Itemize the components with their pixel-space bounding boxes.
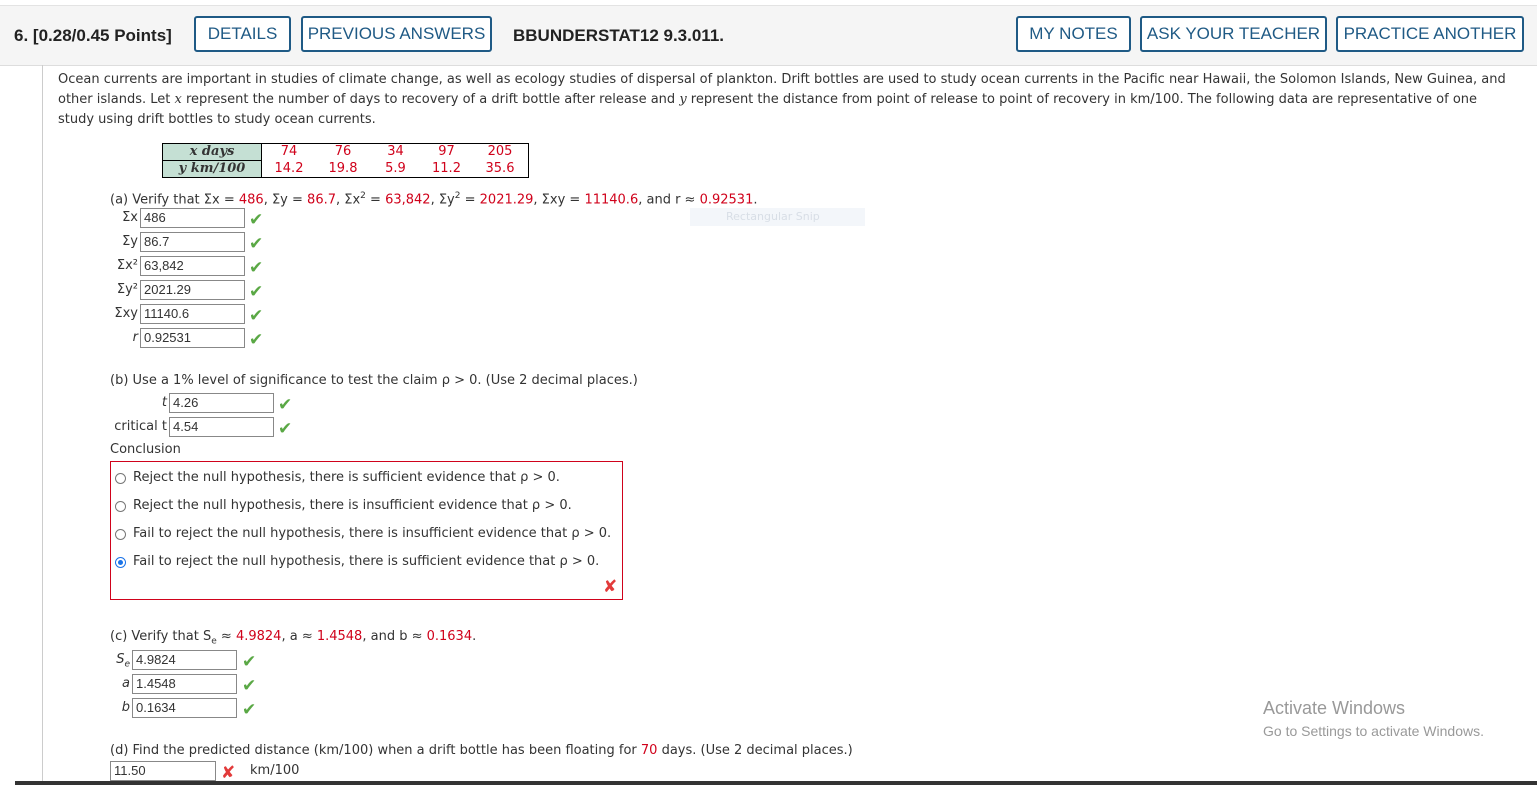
my-notes-button[interactable]: MY NOTES xyxy=(1016,16,1131,52)
sum-y2-input[interactable]: 2021.29 xyxy=(140,280,245,300)
ask-your-teacher-button[interactable]: ASK YOUR TEACHER xyxy=(1140,16,1327,52)
se-label: Se xyxy=(116,652,130,670)
table-cell: 14.2 xyxy=(261,160,316,178)
table-row-x: x days 74 76 34 97 205 xyxy=(162,143,529,161)
check-icon: ✔ xyxy=(249,282,264,302)
check-icon: ✔ xyxy=(242,652,257,672)
problem-id: BBUNDERSTAT12 9.3.011. xyxy=(513,26,724,45)
b-label: b xyxy=(121,700,130,715)
check-icon: ✔ xyxy=(242,700,257,720)
radio-button[interactable] xyxy=(115,500,126,512)
intro-line: Ocean currents are important in studies … xyxy=(58,72,1506,87)
points-label: [0.28/0.45 Points] xyxy=(32,26,172,45)
r-input[interactable]: 0.92531 xyxy=(140,328,245,348)
conclusion-option[interactable]: Reject the null hypothesis, there is ins… xyxy=(115,496,572,516)
table-cell: 34 xyxy=(370,143,421,161)
conclusion-label: Conclusion xyxy=(110,442,181,457)
activate-windows-subtext: Go to Settings to activate Windows. xyxy=(1263,723,1484,739)
conclusion-options: Reject the null hypothesis, there is suf… xyxy=(110,461,623,600)
a-input[interactable]: 1.4548 xyxy=(132,674,237,694)
a-label: a xyxy=(122,676,130,691)
check-icon: ✔ xyxy=(249,258,264,278)
table-cell: 35.6 xyxy=(472,160,529,178)
table-cell: 205 xyxy=(472,143,529,161)
practice-another-button[interactable]: PRACTICE ANOTHER xyxy=(1336,16,1524,52)
details-button[interactable]: DETAILS xyxy=(194,16,291,52)
intro-line: study using drift bottles to study ocean… xyxy=(58,112,376,127)
predicted-distance-input[interactable]: 11.50 xyxy=(110,761,216,781)
t-input[interactable]: 4.26 xyxy=(169,393,274,413)
sum-y-input[interactable]: 86.7 xyxy=(140,232,245,252)
question-number: 6. xyxy=(14,26,29,45)
se-input[interactable]: 4.9824 xyxy=(132,650,237,670)
radio-button[interactable] xyxy=(115,472,126,484)
sum-xy-label: Σxy xyxy=(114,306,138,321)
sum-x-label: Σx xyxy=(122,210,138,225)
check-icon: ✔ xyxy=(242,676,257,696)
part-c-question: (c) Verify that Se ≈ 4.9824, a ≈ 1.4548,… xyxy=(110,629,477,647)
question-points: 6. [0.28/0.45 Points] xyxy=(14,26,172,46)
activate-windows-watermark: Activate Windows xyxy=(1263,698,1406,718)
check-icon: ✔ xyxy=(249,234,264,254)
table-cell: 5.9 xyxy=(370,160,421,178)
sum-y-label: Σy xyxy=(122,234,138,249)
conclusion-option[interactable]: Fail to reject the null hypothesis, ther… xyxy=(115,524,611,544)
intro-text: Ocean currents are important in studies … xyxy=(58,70,1523,130)
row-header: y km/100 xyxy=(162,160,262,178)
unit-label: km/100 xyxy=(250,763,300,778)
part-d-question: (d) Find the predicted distance (km/100)… xyxy=(110,743,853,758)
table-cell: 19.8 xyxy=(316,160,370,178)
snip-overlay: Rectangular Snip xyxy=(690,208,865,226)
sum-y2-label: Σy² xyxy=(116,282,138,297)
part-b-question: (b) Use a 1% level of significance to te… xyxy=(110,373,638,388)
table-cell: 74 xyxy=(261,143,316,161)
sum-x2-input[interactable]: 63,842 xyxy=(140,256,245,276)
check-icon: ✔ xyxy=(249,210,264,230)
b-input[interactable]: 0.1634 xyxy=(132,698,237,718)
wrong-x-icon: ✘ xyxy=(221,763,236,783)
critical-t-label: critical t xyxy=(114,419,167,434)
radio-button-selected[interactable] xyxy=(115,556,126,568)
intro-line: other islands. Let x represent the numbe… xyxy=(58,92,1478,107)
table-row-y: y km/100 14.2 19.8 5.9 11.2 35.6 xyxy=(162,160,529,178)
conclusion-option-selected[interactable]: Fail to reject the null hypothesis, ther… xyxy=(115,552,599,572)
t-label: t xyxy=(161,395,167,410)
sum-xy-input[interactable]: 11140.6 xyxy=(140,304,245,324)
table-cell: 76 xyxy=(316,143,370,161)
check-icon: ✔ xyxy=(278,395,293,415)
table-cell: 11.2 xyxy=(421,160,472,178)
check-icon: ✔ xyxy=(249,306,264,326)
wrong-x-icon: ✘ xyxy=(603,577,618,597)
taskbar-edge xyxy=(15,781,1537,785)
check-icon: ✔ xyxy=(249,330,264,350)
r-label: r xyxy=(132,330,138,345)
check-icon: ✔ xyxy=(278,419,293,439)
table-cell: 97 xyxy=(421,143,472,161)
previous-answers-button[interactable]: PREVIOUS ANSWERS xyxy=(301,16,492,52)
critical-t-input[interactable]: 4.54 xyxy=(169,417,274,437)
conclusion-option[interactable]: Reject the null hypothesis, there is suf… xyxy=(115,468,560,488)
sum-x2-label: Σx² xyxy=(116,258,138,273)
radio-button[interactable] xyxy=(115,528,126,540)
row-header: x days xyxy=(162,143,262,161)
content-divider xyxy=(42,65,43,785)
sum-x-input[interactable]: 486 xyxy=(140,208,245,228)
question-header: 6. [0.28/0.45 Points] DETAILS PREVIOUS A… xyxy=(0,5,1537,66)
data-table: x days 74 76 34 97 205 y km/100 14.2 19.8 5.9 1… xyxy=(162,143,529,178)
part-a-question: (a) Verify that Σx = 486, Σy = 86.7, Σx2… xyxy=(110,191,758,208)
